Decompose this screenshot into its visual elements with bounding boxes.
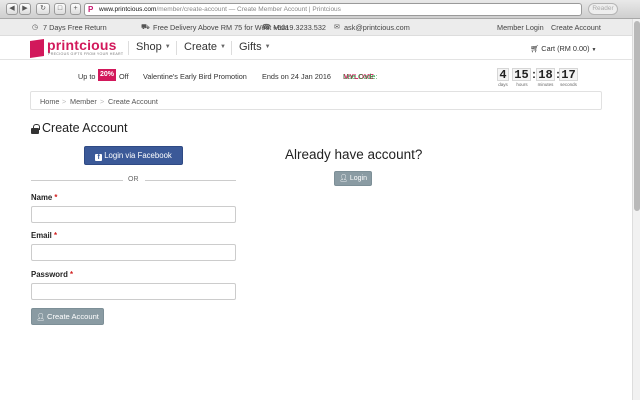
create-account-button-label: Create Account [46,312,99,321]
phone-number[interactable]: +6019.3233.532 [273,23,326,32]
login-button-label: Login [349,175,368,182]
countdown-seconds-label: seconds [560,82,577,87]
already-have-account-heading: Already have account? [285,147,423,162]
menu-gifts-label: Gifts [239,41,262,53]
email-label-text: Email [31,231,52,240]
breadcrumb-divider: > [62,97,67,106]
breadcrumb: Home > Member > Create Account [30,91,602,110]
member-login-link[interactable]: Member Login [497,23,544,32]
promo-up-to: Up to [78,72,96,81]
facebook-button-label: Login via Facebook [104,151,172,160]
email-link[interactable]: ask@printcious.com [344,23,410,32]
caret-down-icon: ▼ [164,44,171,50]
name-label: Name * [31,193,57,202]
countdown-hours-label: hours [516,82,528,87]
cart-icon: 🛒︎ [530,44,542,53]
required-mark: * [70,270,74,279]
name-input[interactable] [31,206,236,223]
create-account-link[interactable]: Create Account [551,23,601,32]
top-info-bar: ◷ 7 Days Free Return ⛟ Free Delivery Abo… [0,19,632,36]
promo-off: Off [119,72,129,81]
promo-end-date: Ends on 24 Jan 2016 [262,72,331,81]
envelope-icon: ✉ [334,24,340,31]
promo-code-label: Use Code: [343,72,378,81]
site-favicon-icon: P [88,5,94,14]
menu-shop-label: Shop [136,41,162,53]
user-icon: 👤︎ [36,314,45,321]
truck-icon: ⛟ [141,24,150,31]
email-input[interactable] [31,244,236,261]
promo-percent-badge: 20% [98,69,116,81]
countdown-timer: 4 15 : 18 : 17 days hours minutes second… [497,67,578,88]
menu-divider [231,41,232,55]
countdown-minutes-label: minutes [537,82,554,87]
password-label-text: Password [31,270,68,279]
breadcrumb-member[interactable]: Member [70,97,97,106]
countdown-seconds: 17 [559,68,578,81]
countdown-hours: 15 [512,68,531,81]
phone-icon: ☎ [262,24,271,31]
back-button[interactable]: ◀ [6,3,18,15]
breadcrumb-divider: > [100,97,105,106]
page-scrollbar[interactable] [632,19,640,400]
menu-create[interactable]: Create ▼ [184,41,226,53]
countdown-minutes: 18 [536,68,555,81]
reload-button[interactable]: ↻ [36,3,50,15]
countdown-days: 4 [497,68,509,81]
url-domain: www.printcious.com [99,6,157,13]
or-divider-text: OR [128,176,139,183]
free-return-text: 7 Days Free Return [43,23,107,32]
scrollbar-thumb[interactable] [634,21,640,211]
logo-tagline: PRECIOUS GIFTS FROM YOUR HEART [48,52,124,56]
site-header: printcious PRECIOUS GIFTS FROM YOUR HEAR… [0,36,632,60]
caret-down-icon: ▼ [591,47,597,53]
breadcrumb-home[interactable]: Home [40,97,59,106]
menu-divider [176,41,177,55]
page-title-text: Create Account [42,121,128,135]
caret-down-icon: ▼ [220,44,226,50]
cart-button[interactable]: 🛒︎ Cart (RM 0.00) ▼ [530,44,597,53]
or-divider-right [145,180,236,181]
password-input[interactable] [31,283,236,300]
page-title: Create Account [31,121,127,135]
lock-icon [31,124,40,134]
menu-gifts[interactable]: Gifts ▼ [239,41,271,53]
menu-divider [128,41,129,55]
caret-down-icon: ▼ [264,44,271,50]
reader-button[interactable]: Reader [588,3,618,15]
create-account-button[interactable]: 👤︎ Create Account [31,308,104,325]
promo-title: Valentine's Early Bird Promotion [143,72,247,81]
countdown-days-label: days [498,82,508,87]
required-mark: * [53,231,58,240]
facebook-icon: f [95,154,103,161]
url-path: /member/create-account — Create Member A… [156,6,341,13]
forward-button[interactable]: ▶ [19,3,31,15]
logo-text: printcious [47,37,117,53]
address-bar[interactable]: P www.printcious.com/member/create-accou… [84,3,582,16]
or-divider-left [31,180,123,181]
share-icon: □ [57,5,63,12]
menu-create-label: Create [184,41,218,53]
login-button[interactable]: 👤︎ Login [334,171,372,186]
email-label: Email * [31,231,57,240]
menu-shop[interactable]: Shop ▼ [136,41,171,53]
printcious-logo[interactable]: printcious PRECIOUS GIFTS FROM YOUR HEAR… [30,37,124,58]
share-button[interactable]: □ [54,3,66,15]
new-tab-button[interactable]: + [70,3,81,15]
logo-mark-icon [30,39,44,58]
promo-banner[interactable]: Up to 20% Off Valentine's Early Bird Pro… [0,60,632,90]
browser-toolbar: ◀ ▶ ↻ □ + P www.printcious.com/member/cr… [0,0,640,19]
clock-icon: ◷ [32,24,39,31]
password-label: Password * [31,270,73,279]
user-icon: 👤︎ [338,175,348,182]
required-mark: * [54,193,58,202]
name-label-text: Name [31,193,53,202]
promo-code: Use Code: MYLOVE [343,72,378,81]
login-facebook-button[interactable]: f Login via Facebook [84,146,183,165]
cart-label: Cart (RM 0.00) [541,44,590,53]
breadcrumb-current: Create Account [108,97,158,106]
